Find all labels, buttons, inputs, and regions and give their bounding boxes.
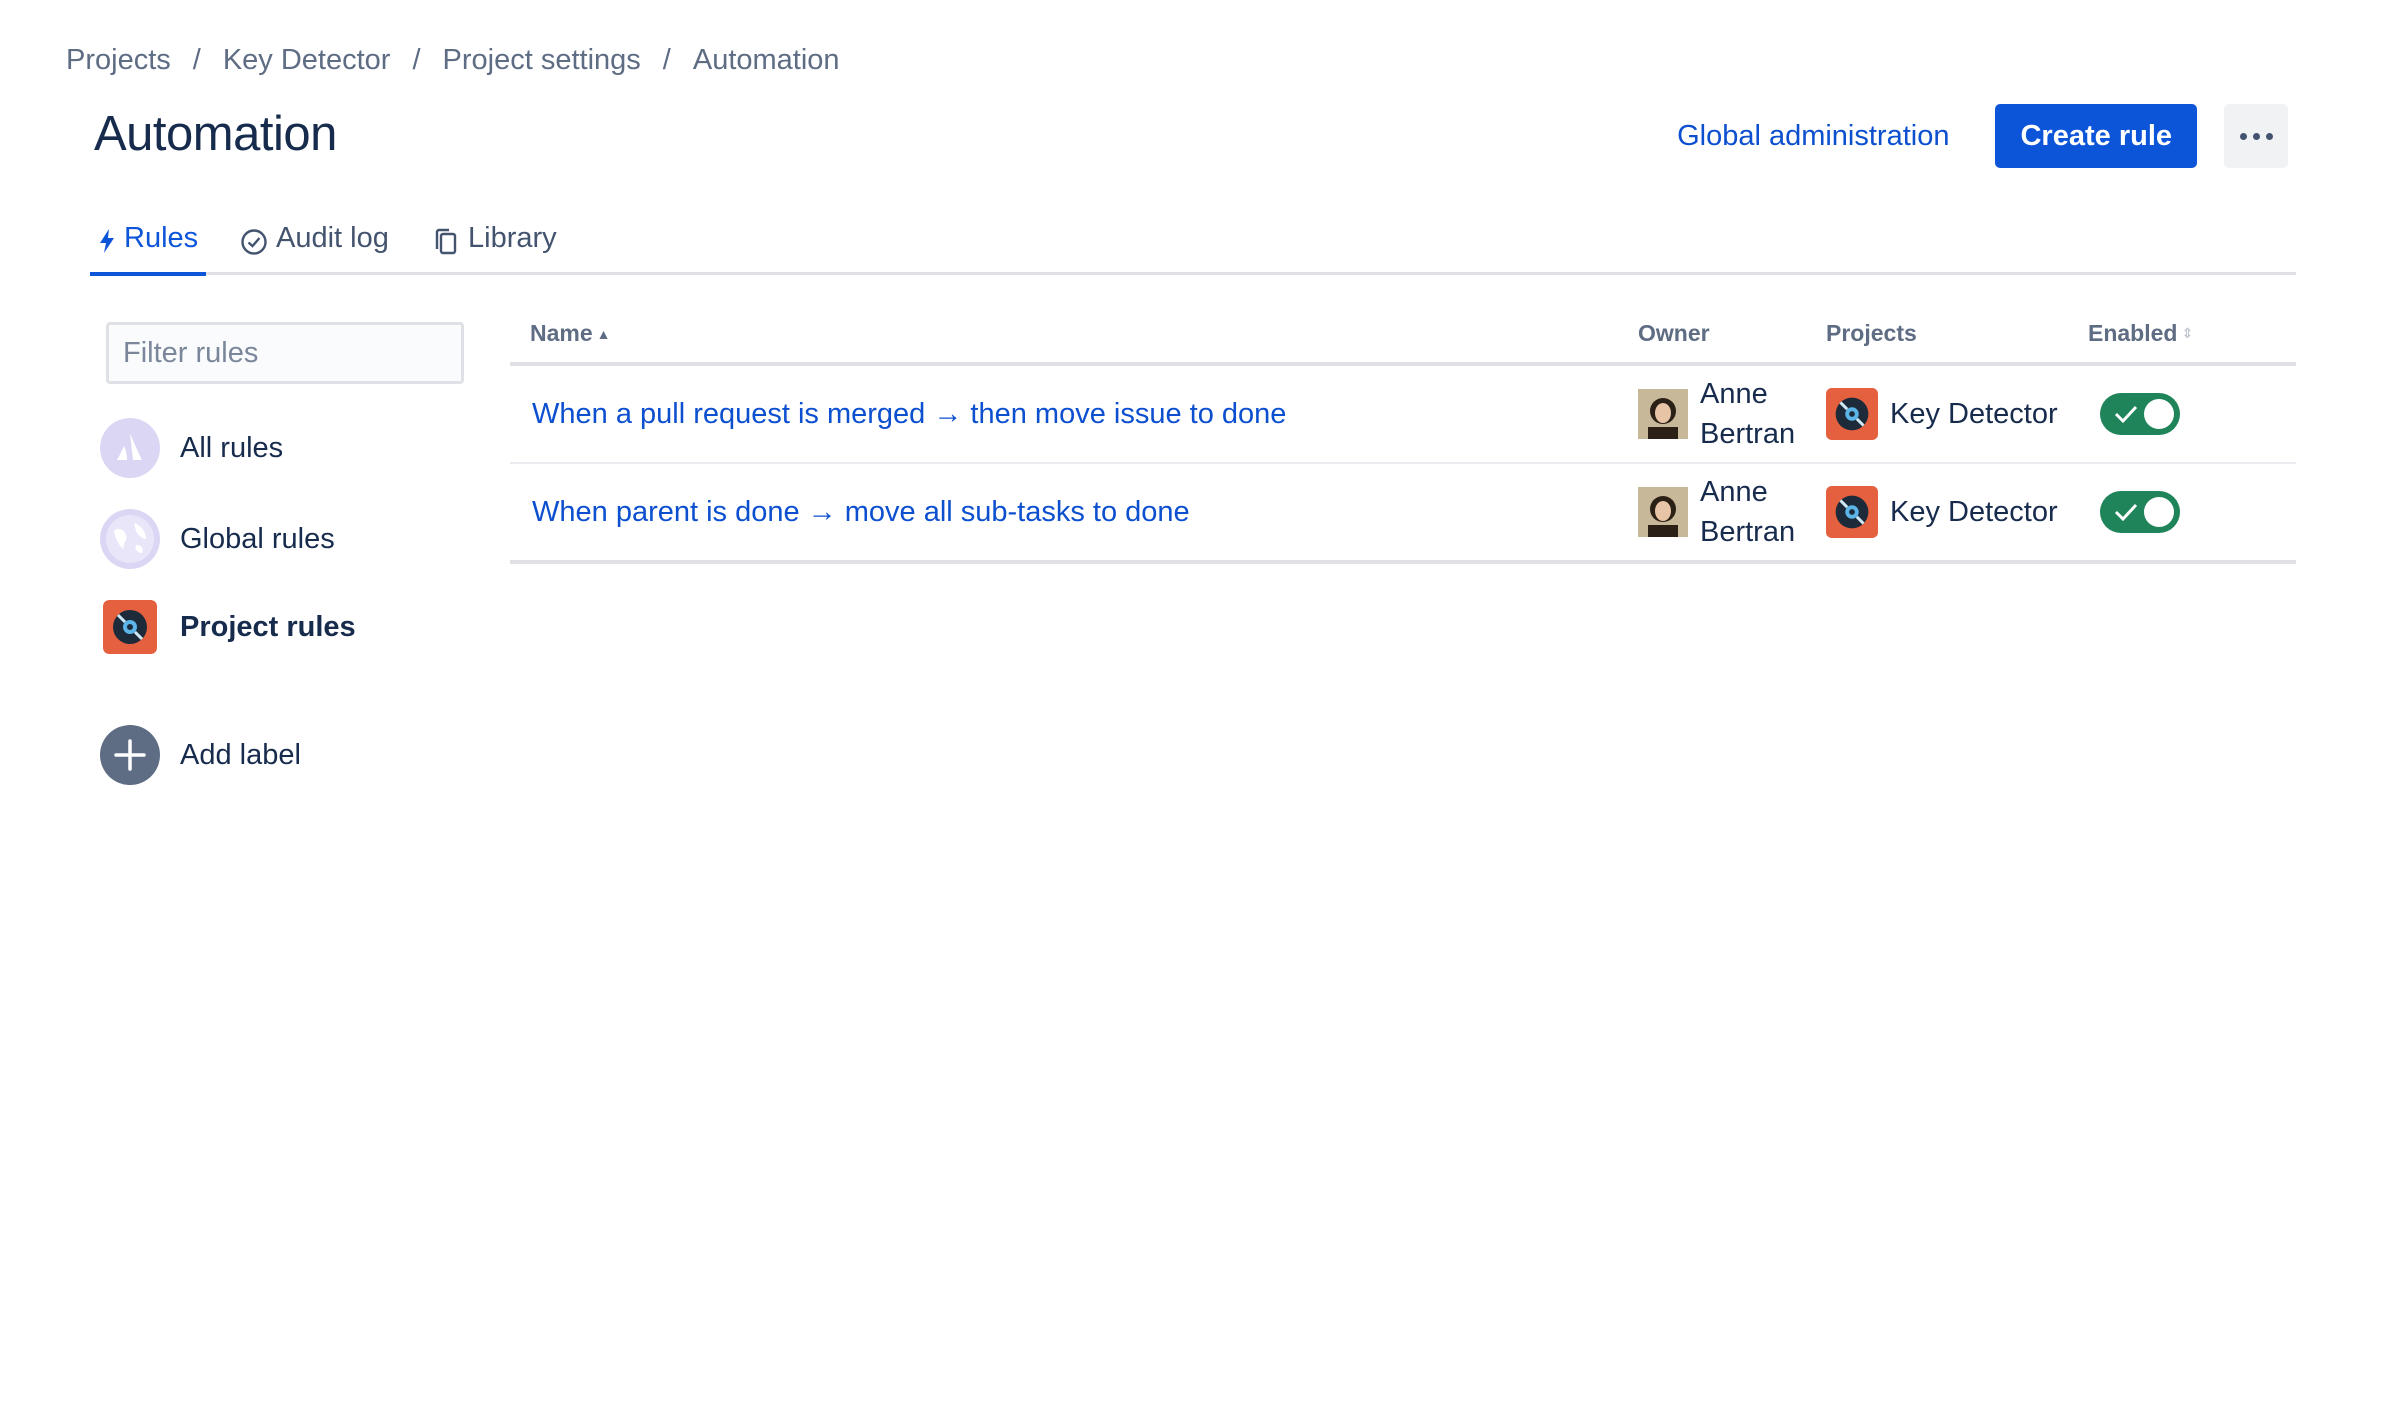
column-header-enabled[interactable]: Enabled ⇕	[2088, 320, 2193, 347]
breadcrumb-separator: /	[192, 44, 201, 76]
check-icon	[2114, 503, 2138, 522]
project-avatar-icon	[103, 600, 157, 654]
table-row: When parent is done → move all sub-tasks…	[510, 464, 2296, 564]
create-rule-button[interactable]: Create rule	[1995, 104, 2197, 168]
tab-library[interactable]: Library	[434, 222, 557, 272]
sidebar-item-all-rules[interactable]: All rules	[100, 418, 283, 478]
table-header: Name ▲ Owner Projects Enabled ⇕	[510, 306, 2296, 366]
project-name: Key Detector	[1890, 495, 2058, 528]
global-administration-link[interactable]: Global administration	[1677, 120, 1949, 153]
breadcrumb-projects[interactable]: Projects	[66, 44, 171, 77]
owner-cell: Anne Bertran	[1638, 464, 1810, 560]
column-header-projects: Projects	[1826, 320, 1917, 346]
toggle-knob	[2144, 399, 2174, 429]
plus-icon	[100, 725, 160, 785]
sidebar-item-global-rules[interactable]: Global rules	[100, 509, 335, 569]
tab-audit-log-label: Audit log	[276, 222, 389, 254]
avatar	[1638, 487, 1688, 537]
project-avatar-icon	[1826, 388, 1878, 440]
more-dots-icon	[2239, 132, 2247, 140]
rule-name-link[interactable]: When parent is done → move all sub-tasks…	[532, 464, 1190, 560]
project-avatar-icon	[1826, 486, 1878, 538]
project-cell: Key Detector	[1826, 366, 2058, 462]
add-label-text: Add label	[180, 738, 301, 771]
tab-rules[interactable]: Rules	[90, 222, 207, 276]
check-circle-icon	[241, 229, 267, 255]
globe-icon	[100, 509, 160, 569]
breadcrumb-separator: /	[412, 44, 421, 76]
sidebar-item-project-rules[interactable]: Project rules	[100, 600, 356, 654]
sidebar-item-label: Project rules	[180, 610, 356, 643]
column-header-name[interactable]: Name ▲	[530, 320, 611, 347]
copy-icon	[435, 228, 457, 255]
sort-asc-icon: ▲	[596, 325, 611, 342]
sort-icon: ⇕	[2181, 325, 2194, 341]
header-actions: Global administration Create rule	[1677, 104, 2288, 168]
sidebar-item-label: Global rules	[180, 522, 335, 555]
tab-library-label: Library	[468, 222, 557, 254]
avatar	[1638, 389, 1688, 439]
tab-bar: Rules Audit log Library	[90, 222, 2296, 276]
rule-name-link[interactable]: When a pull request is merged → then mov…	[532, 366, 1286, 462]
filter-rules-input[interactable]	[106, 322, 464, 384]
tab-rules-label: Rules	[124, 222, 199, 254]
breadcrumb-key-detector[interactable]: Key Detector	[223, 44, 391, 77]
column-header-owner: Owner	[1638, 320, 1710, 346]
tab-audit-log[interactable]: Audit log	[240, 222, 389, 272]
enabled-toggle[interactable]	[2100, 393, 2180, 435]
breadcrumb-project-settings[interactable]: Project settings	[443, 44, 641, 77]
project-name: Key Detector	[1890, 397, 2058, 430]
toggle-knob	[2144, 497, 2174, 527]
check-icon	[2114, 405, 2138, 424]
add-label-button[interactable]: Add label	[100, 725, 301, 785]
breadcrumb-separator: /	[662, 44, 671, 76]
project-cell: Key Detector	[1826, 464, 2058, 560]
sidebar-item-label: All rules	[180, 431, 284, 464]
breadcrumb-automation[interactable]: Automation	[693, 44, 840, 77]
enabled-toggle[interactable]	[2100, 491, 2180, 533]
page-title: Automation	[94, 107, 337, 161]
atlassian-logo-icon	[100, 418, 160, 478]
enabled-toggle-cell	[2100, 366, 2180, 462]
more-actions-button[interactable]	[2224, 104, 2288, 168]
owner-cell: Anne Bertran	[1638, 366, 1810, 462]
table-row: When a pull request is merged → then mov…	[510, 366, 2296, 464]
rules-table: Name ▲ Owner Projects Enabled ⇕ When a pul…	[510, 306, 2296, 564]
owner-name: Anne Bertran	[1700, 378, 1796, 450]
owner-name: Anne Bertran	[1700, 476, 1796, 548]
breadcrumb: Projects / Key Detector / Project settin…	[66, 44, 840, 77]
enabled-toggle-cell	[2100, 464, 2180, 560]
bolt-icon	[100, 229, 114, 253]
